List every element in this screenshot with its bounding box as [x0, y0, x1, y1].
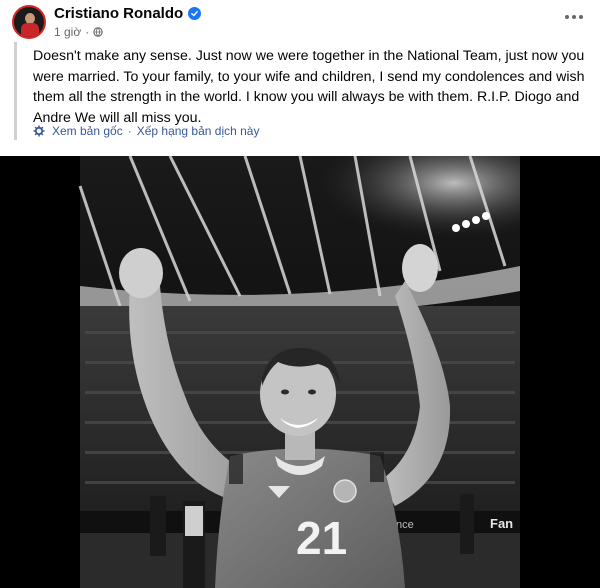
translation-actions: Xem bản gốc · Xếp hạng bản dịch này: [33, 124, 259, 138]
rate-translation-link[interactable]: Xếp hạng bản dịch này: [137, 124, 260, 138]
post-photo[interactable]: Fan nce 21: [0, 156, 600, 588]
action-separator: ·: [127, 124, 132, 138]
author-avatar[interactable]: [12, 5, 46, 39]
post-header: Cristiano Ronaldo 1 giờ ·: [0, 0, 600, 40]
ad-board-text-left: nce: [396, 519, 414, 531]
author-row: Cristiano Ronaldo: [54, 4, 202, 22]
post-meta: 1 giờ ·: [54, 24, 103, 39]
more-icon-dot: [572, 15, 576, 19]
post-time[interactable]: 1 giờ: [54, 25, 81, 39]
right-fist: [402, 244, 438, 292]
see-original-link[interactable]: Xem bản gốc: [52, 124, 123, 138]
left-fist: [119, 248, 163, 298]
translated-post-block: Doesn't make any sense. Just now we were…: [14, 42, 586, 140]
post-text: Doesn't make any sense. Just now we were…: [33, 48, 585, 126]
photo-illustration: Fan nce 21: [0, 156, 600, 588]
more-options-button[interactable]: [562, 8, 586, 26]
settings-icon[interactable]: [33, 125, 45, 137]
jersey-number: 21: [296, 512, 347, 564]
meta-separator: ·: [85, 24, 90, 39]
ad-board-text: Fan: [490, 516, 513, 531]
verified-icon: [188, 6, 202, 20]
more-icon-dot: [579, 15, 583, 19]
more-icon-dot: [565, 15, 569, 19]
author-name[interactable]: Cristiano Ronaldo: [54, 5, 183, 22]
globe-icon: [93, 26, 103, 37]
